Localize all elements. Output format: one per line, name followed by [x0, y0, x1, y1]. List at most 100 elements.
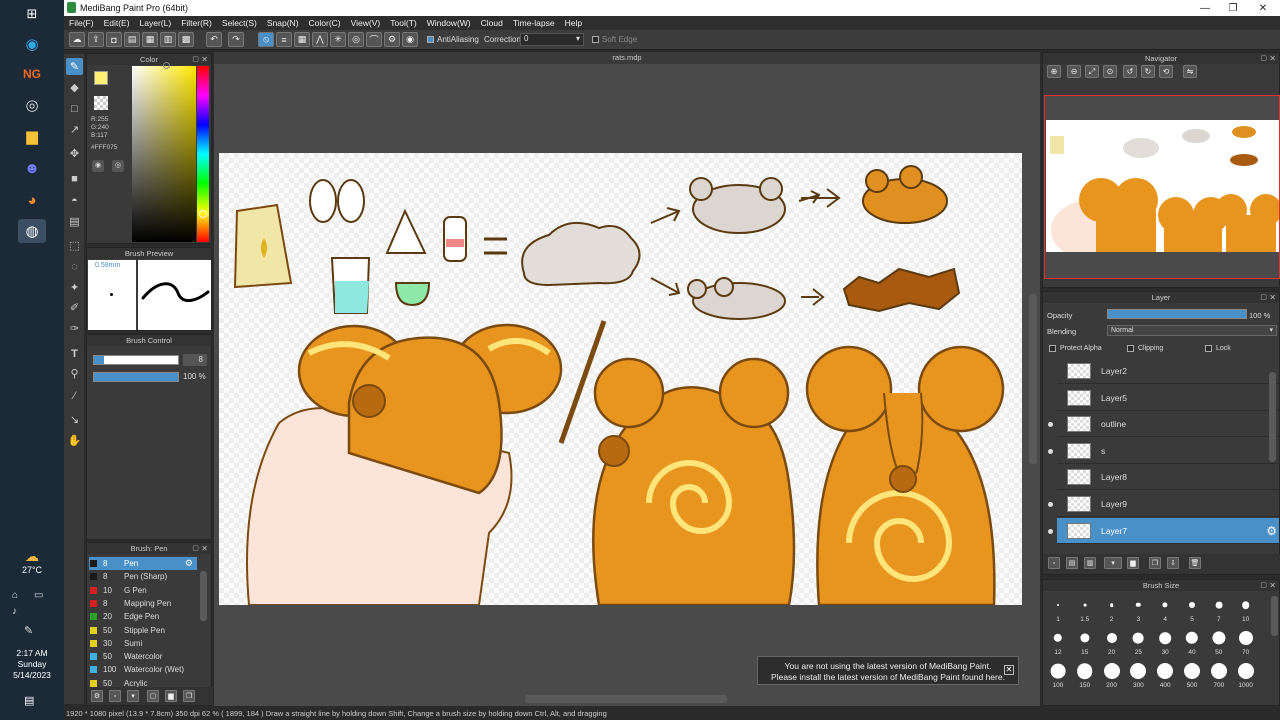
zoom-out-icon[interactable]: ⊖: [1067, 65, 1081, 78]
menu-color[interactable]: Color(C): [304, 18, 346, 28]
eraser-tool-icon[interactable]: ◆: [66, 79, 83, 96]
snap-perspective-icon[interactable]: ⋀: [312, 32, 328, 47]
notification-icon[interactable]: ▤: [24, 694, 34, 707]
layer-row[interactable]: outline: [1048, 411, 1279, 438]
text-tool-icon[interactable]: T: [66, 345, 83, 362]
minimize-icon[interactable]: —: [1190, 0, 1220, 16]
battery-icon[interactable]: ▭: [34, 590, 43, 601]
snap-circle-icon[interactable]: ◎: [348, 32, 364, 47]
line-tool-icon[interactable]: ↗: [66, 121, 83, 138]
close-icon[interactable]: ✕: [1248, 0, 1278, 16]
brush-duplicate-icon[interactable]: ❐: [183, 690, 195, 702]
snap-grid-icon[interactable]: ▦: [294, 32, 310, 47]
material-icon[interactable]: ▥: [160, 32, 176, 47]
hand-tool-icon[interactable]: ✋: [66, 432, 83, 449]
undo-icon[interactable]: ↶: [206, 32, 222, 47]
layer-row[interactable]: Layer2: [1057, 358, 1279, 384]
layer-row[interactable]: Layer7 ⚙: [1048, 517, 1279, 544]
close-icon[interactable]: ✕: [201, 54, 208, 65]
antialiasing-checkbox[interactable]: [427, 36, 434, 43]
hue-slider-handle[interactable]: [199, 210, 207, 218]
protect-alpha-checkbox[interactable]: [1049, 345, 1056, 352]
update-notice[interactable]: You are not using the latest version of …: [757, 656, 1019, 685]
menu-layer[interactable]: Layer(L): [135, 18, 177, 28]
move-tool-icon[interactable]: ✥: [66, 145, 83, 162]
menu-select[interactable]: Select(S): [217, 18, 262, 28]
reset-rotation-icon[interactable]: ⟲: [1159, 65, 1173, 78]
brush-size-option[interactable]: 150: [1072, 662, 1098, 689]
close-icon[interactable]: ✕: [1269, 292, 1276, 303]
maximize-icon[interactable]: ▢: [1260, 53, 1267, 64]
windows-icon[interactable]: ⊞: [18, 2, 46, 26]
gradient-tool-icon[interactable]: ▤: [66, 213, 83, 230]
blending-select[interactable]: Normal ▾: [1107, 325, 1277, 336]
layer-visibility-icon[interactable]: [1048, 528, 1053, 534]
menu-view[interactable]: View(V): [346, 18, 386, 28]
operation-tool-icon[interactable]: ↘: [66, 411, 83, 428]
brush-size-option[interactable]: 1000: [1233, 662, 1259, 689]
brush-size-option[interactable]: 20: [1099, 629, 1125, 656]
brush-tool-icon[interactable]: ✎: [66, 58, 83, 75]
fit-screen-icon[interactable]: ⤢: [1085, 65, 1099, 78]
magic-wand-tool-icon[interactable]: ✦: [66, 279, 83, 296]
shape-tool-icon[interactable]: ■: [66, 170, 83, 187]
snap-settings-icon[interactable]: ⚙: [384, 32, 400, 47]
brush-size-option[interactable]: 5: [1179, 596, 1205, 623]
brush-size-option[interactable]: 40: [1179, 629, 1205, 656]
canvas-workspace[interactable]: rats.mdp: [214, 52, 1040, 706]
menu-help[interactable]: Help: [560, 18, 587, 28]
flip-horizontal-icon[interactable]: ⇋: [1183, 65, 1197, 78]
menu-cloud[interactable]: Cloud: [476, 18, 508, 28]
brush-size-option[interactable]: 3: [1125, 596, 1151, 623]
layer-visibility-icon[interactable]: [1048, 502, 1053, 507]
brush-size-option[interactable]: 700: [1206, 662, 1232, 689]
close-icon[interactable]: ✕: [1269, 580, 1276, 591]
select-eraser-tool-icon[interactable]: ✑: [66, 320, 83, 337]
network-icon[interactable]: ⌂: [12, 590, 18, 601]
maximize-icon[interactable]: ▢: [1260, 580, 1267, 591]
maximize-icon[interactable]: ▢: [192, 543, 199, 554]
close-icon[interactable]: ✕: [1269, 53, 1276, 64]
new-layer-icon[interactable]: ▫: [1048, 557, 1060, 569]
snap-curve-icon[interactable]: ⌒: [366, 32, 382, 47]
discord-icon[interactable]: ☻: [18, 156, 46, 180]
actual-size-icon[interactable]: ⊙: [1103, 65, 1117, 78]
layer-list-scrollbar[interactable]: [1269, 372, 1276, 462]
zoom-in-icon[interactable]: ⊕: [1047, 65, 1061, 78]
brush-item[interactable]: 30 Sumi: [89, 637, 197, 650]
brush-item[interactable]: 8 Pen ⚙: [89, 557, 197, 570]
drawing-canvas[interactable]: [219, 153, 1022, 605]
brush-size-slider[interactable]: [93, 355, 179, 365]
brush-size-option[interactable]: 2: [1099, 596, 1125, 623]
color-picker-cursor[interactable]: [163, 62, 170, 69]
brush-size-option[interactable]: 25: [1125, 629, 1151, 656]
brush-settings-icon[interactable]: ⚙: [91, 690, 103, 702]
obs-icon[interactable]: ◎: [18, 93, 46, 117]
delete-layer-icon[interactable]: 🗑: [1189, 557, 1201, 569]
maximize-icon[interactable]: ▢: [192, 54, 199, 65]
menu-edit[interactable]: Edit(E): [99, 18, 135, 28]
page-icon[interactable]: ▦: [142, 32, 158, 47]
snap-parallel-icon[interactable]: ≡: [276, 32, 292, 47]
divide-tool-icon[interactable]: ⚲: [66, 365, 83, 382]
bucket-tool-icon[interactable]: ◓: [66, 192, 83, 209]
comment-icon[interactable]: ◘: [106, 32, 122, 47]
select-pen-tool-icon[interactable]: ✐: [66, 299, 83, 316]
brush-list-scrollbar[interactable]: [200, 571, 207, 621]
new-folder-icon[interactable]: ▆: [1127, 557, 1139, 569]
saturation-value-picker[interactable]: [132, 66, 196, 242]
layer-row[interactable]: Layer9: [1048, 491, 1279, 517]
rotate-left-icon[interactable]: ↺: [1123, 65, 1137, 78]
brush-size-option[interactable]: 50: [1206, 629, 1232, 656]
brush-size-option[interactable]: 7: [1206, 596, 1232, 623]
color-palette-icon[interactable]: ◎: [112, 160, 124, 172]
new-brush-icon[interactable]: ▫: [109, 690, 121, 702]
snap-off-icon[interactable]: ⦸: [258, 32, 274, 47]
file-explorer-icon[interactable]: ▆: [18, 124, 46, 148]
pen-menu-icon[interactable]: ✎: [24, 624, 33, 637]
brush-size-option[interactable]: 15: [1072, 629, 1098, 656]
brush-folder-icon[interactable]: ▆: [165, 690, 177, 702]
brush-size-option[interactable]: 500: [1179, 662, 1205, 689]
clipping-checkbox[interactable]: [1127, 345, 1134, 352]
weather-widget[interactable]: ☁ 27°C: [0, 548, 64, 575]
